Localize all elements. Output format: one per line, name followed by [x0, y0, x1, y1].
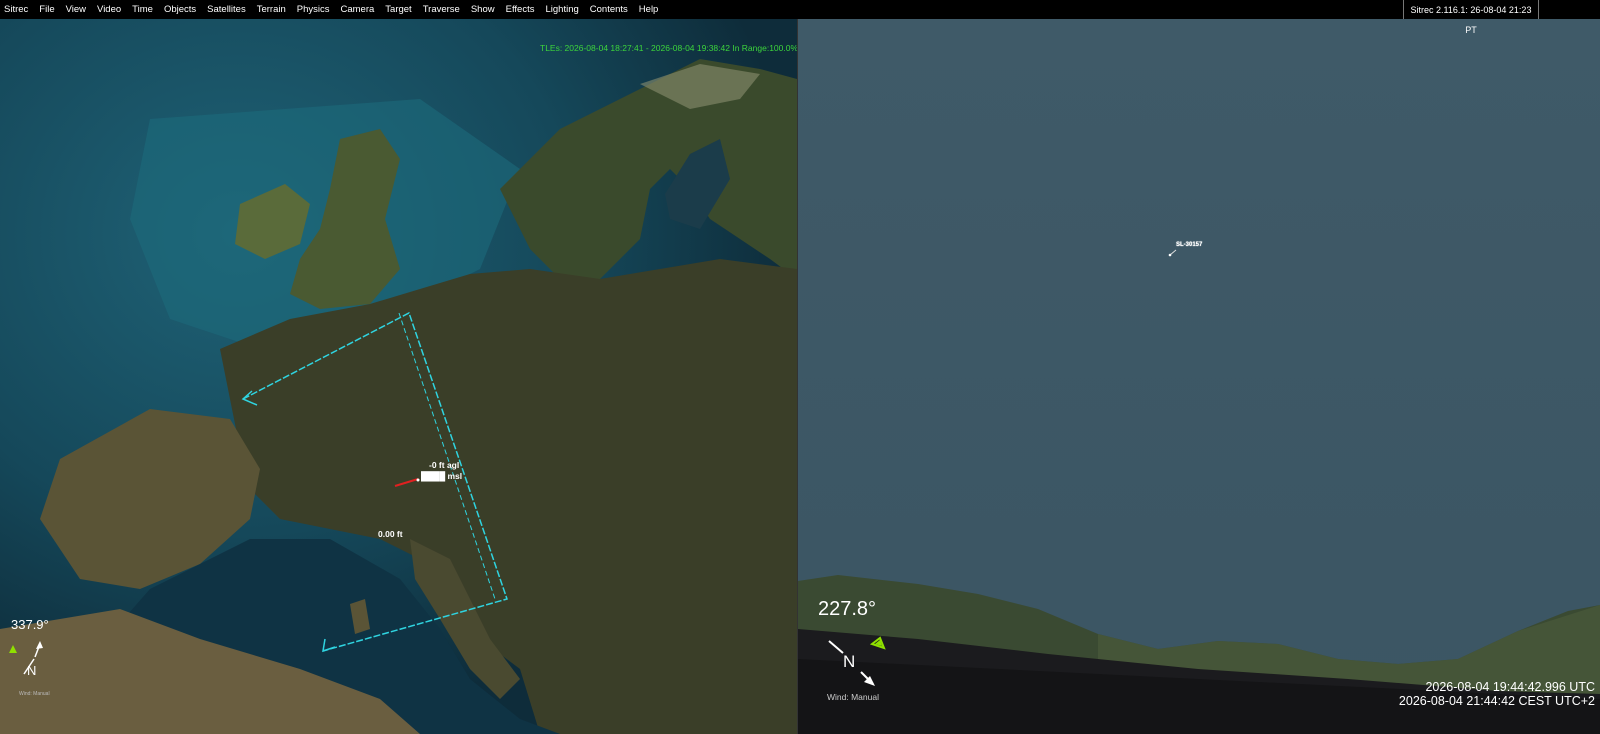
tle-info: TLEs: 2026-08-04 18:27:41 - 2026-08-04 1…: [540, 43, 797, 53]
menu-sitrec[interactable]: Sitrec: [0, 0, 34, 19]
menu-time[interactable]: Time: [127, 0, 159, 19]
compass-north-label: N: [843, 652, 856, 671]
distance-label: 0.00 ft: [378, 529, 403, 539]
time-local-readout: 2026-08-04 21:44:42 CEST UTC+2: [1398, 694, 1595, 708]
msl-label: ████ msl: [421, 471, 463, 481]
compass-north-label: N: [27, 663, 37, 678]
menu-objects[interactable]: Objects: [158, 0, 201, 19]
menu-contents[interactable]: Contents: [584, 0, 633, 19]
version-label: Sitrec 2.116.1: 26-08-04 21:23 PT: [1403, 0, 1539, 35]
heading-readout: 337.9°: [11, 617, 49, 632]
menu-effects[interactable]: Effects: [500, 0, 540, 19]
menu-target[interactable]: Target: [380, 0, 417, 19]
menu-camera[interactable]: Camera: [335, 0, 380, 19]
menu-help[interactable]: Help: [633, 0, 664, 19]
menu-bar: Sitrec File View Video Time Objects Satellites…: [0, 0, 1600, 35]
menu-traverse[interactable]: Traverse: [417, 0, 465, 19]
menu-video[interactable]: Video: [92, 0, 127, 19]
map-terrain: [0, 19, 797, 734]
view-divider[interactable]: [797, 19, 798, 734]
camera-view[interactable]: SL-30157 227.8° N Wind: Manual 2026-08-0…: [798, 19, 1600, 734]
time-utc-readout: 2026-08-04 19:44:42.996 UTC: [1425, 680, 1595, 694]
camera-terrain: [798, 19, 1600, 734]
wind-label: Wind: Manual: [827, 692, 879, 702]
satellite-label: SL-30157: [1176, 242, 1203, 248]
map-view[interactable]: TLEs: 2026-08-04 18:27:41 - 2026-08-04 1…: [0, 19, 797, 734]
menu-view[interactable]: View: [60, 0, 91, 19]
wind-label: Wind: Manual: [19, 691, 50, 697]
menu-file[interactable]: File: [34, 0, 60, 19]
menu-lighting[interactable]: Lighting: [540, 0, 584, 19]
menu-list: Sitrec File View Video Time Objects Satellites…: [0, 0, 664, 19]
menu-physics[interactable]: Physics: [291, 0, 335, 19]
menu-satellites[interactable]: Satellites: [202, 0, 252, 19]
heading-readout: 227.8°: [818, 598, 877, 620]
menu-terrain[interactable]: Terrain: [251, 0, 291, 19]
agl-label: -0 ft agl: [429, 460, 460, 470]
menu-show[interactable]: Show: [465, 0, 500, 19]
